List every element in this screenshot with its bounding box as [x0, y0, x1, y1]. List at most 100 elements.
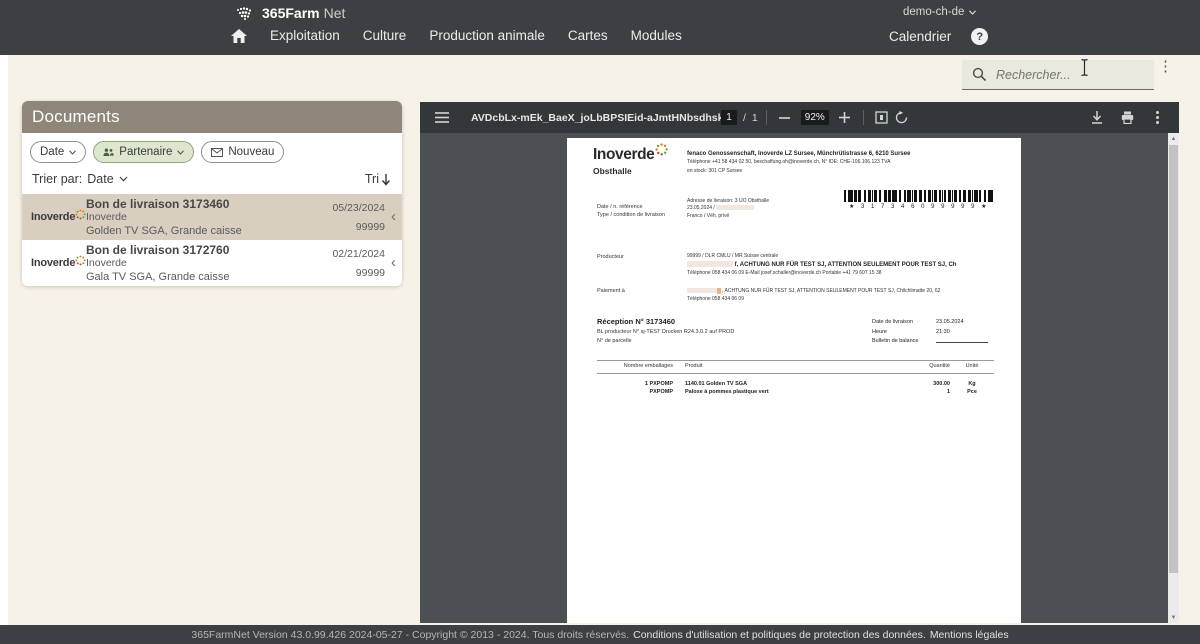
- document-meta: 05/23/2024 99999: [319, 202, 385, 233]
- doc-producer-label: Producteur: [597, 254, 624, 260]
- sidebar-toggle-icon[interactable]: [432, 108, 452, 128]
- partner-logo-text: Inoverde: [31, 257, 75, 269]
- document-info: Bon de livraison 3173460 Inoverde Golden…: [86, 196, 319, 238]
- doc-brand-logo: Inoverde Obsthalle: [593, 147, 668, 176]
- doc-balance-blank-line: [936, 338, 988, 343]
- scrollbar-thumb[interactable]: [1169, 145, 1178, 573]
- zoom-level[interactable]: 92%: [801, 110, 829, 125]
- toolbar-right-group: [1087, 108, 1167, 128]
- toolbar-divider: [863, 110, 864, 125]
- barcode-text: ★ 3 1 7 3 4 6 0 9 9 9 9 9 ★: [844, 203, 994, 210]
- collapse-chevron-icon[interactable]: ‹: [385, 209, 402, 226]
- doc-bl-producer: BL producteur N° sj-TEST Drucken R24.3.0…: [597, 330, 734, 336]
- doc-time-label: Heure: [872, 329, 936, 335]
- sort-direction-toggle[interactable]: Tri: [365, 172, 391, 186]
- pdf-page: Inoverde Obsthalle fenaco Genossenschaft…: [567, 138, 1021, 623]
- partner-logo-text: Inoverde: [31, 211, 75, 223]
- main-nav: Exploitation Culture Production animale …: [231, 28, 682, 43]
- col-header-unit: Unité: [950, 364, 994, 370]
- filter-partner-label: Partenaire: [119, 146, 172, 158]
- nav-culture[interactable]: Culture: [363, 28, 407, 43]
- table-row: 1 PXPOMP 1140.01 Golden TV SGA 300.00 Kg: [597, 382, 994, 388]
- col-header-quantity: Quantité: [894, 364, 950, 370]
- home-icon[interactable]: [231, 29, 247, 43]
- document-date: 05/23/2024: [319, 202, 385, 214]
- scroll-down-icon[interactable]: ▼: [1168, 612, 1179, 623]
- nav-cartes[interactable]: Cartes: [568, 28, 608, 43]
- filter-date-chip[interactable]: Date: [30, 141, 86, 163]
- fit-to-page-icon[interactable]: [872, 108, 892, 128]
- rotate-icon[interactable]: [892, 108, 912, 128]
- page-number-input[interactable]: 1: [721, 110, 737, 125]
- footer-bar: 365FarmNet Version 43.0.99.426 2024-05-2…: [0, 625, 1200, 644]
- chevron-down-icon: [177, 150, 184, 155]
- document-title: Bon de livraison 3173460: [86, 197, 319, 211]
- pdf-toolbar: AVDcbLx-mEk_BaeX_joLbBPSIEid-aJmtHNbsdhs…: [420, 102, 1179, 133]
- logo-text-light: Net: [324, 5, 346, 21]
- sort-by-dropdown[interactable]: Trier par: Date: [32, 172, 128, 186]
- document-partner: Inoverde: [86, 257, 319, 269]
- account-menu[interactable]: demo-ch-de: [903, 6, 976, 18]
- filter-date-label: Date: [40, 146, 64, 158]
- doc-company-block: fenaco Genossenschaft, Inoverde LZ Surse…: [687, 150, 910, 175]
- doc-brand-sub: Obsthalle: [593, 166, 668, 176]
- nav-modules[interactable]: Modules: [631, 28, 682, 43]
- table-row: PXPOMP Paloxe à pommes plastique vert 1 …: [597, 390, 994, 396]
- search-overflow-menu-icon[interactable]: ⋮: [1158, 62, 1173, 71]
- partner-logo: Inoverde: [22, 257, 86, 269]
- doc-company-line3: en stock: 301 CP Sursee: [687, 168, 910, 175]
- more-options-icon[interactable]: [1147, 108, 1167, 128]
- document-info: Bon de livraison 3172760 Inoverde Gala T…: [86, 242, 319, 284]
- document-detail: Gala TV SGA, Grande caisse: [86, 271, 319, 284]
- doc-type-label: Type / condition de livraison: [597, 212, 665, 218]
- pdf-scrollbar[interactable]: ▲ ▼: [1168, 133, 1179, 623]
- document-meta: 02/21/2024 99999: [319, 248, 385, 279]
- zoom-in-button[interactable]: [835, 108, 855, 128]
- filter-bar: Date Partenaire Nouveau: [22, 133, 402, 169]
- document-number: 99999: [319, 267, 385, 279]
- sort-direction-label: Tri: [365, 172, 379, 186]
- document-list-item[interactable]: Inoverde Bon de livraison 3173460 Inover…: [22, 194, 402, 240]
- footer-terms-link[interactable]: Conditions d'utilisation et politiques d…: [633, 629, 926, 641]
- search-icon: [972, 67, 987, 82]
- doc-time-value: 21:30: [936, 329, 950, 335]
- doc-payment-block: , ACHTUNG NUR FÜR TEST SJ, ATTENTION SEU…: [687, 287, 1021, 303]
- document-list-item[interactable]: Inoverde Bon de livraison 3172760 Inover…: [22, 240, 402, 286]
- doc-date-ref-label: Date / n. référence: [597, 204, 643, 210]
- print-icon[interactable]: [1117, 108, 1137, 128]
- nav-production-animale[interactable]: Production animale: [429, 28, 545, 43]
- collapse-chevron-icon[interactable]: ‹: [385, 255, 402, 272]
- left-edge-strip: [0, 55, 8, 625]
- doc-delivery-address: Adresse de livraison: 3 UO Obsthalle: [687, 198, 769, 204]
- text-cursor-icon: [1080, 58, 1089, 77]
- top-bar: 365FarmNet demo-ch-de Exploitation Cultu…: [0, 0, 1200, 55]
- download-icon[interactable]: [1087, 108, 1107, 128]
- scroll-up-icon[interactable]: ▲: [1168, 133, 1179, 144]
- help-icon[interactable]: ?: [971, 28, 988, 45]
- doc-producer-line2: f, ACHTUNG NUR FÜR TEST SJ, ATTENTION SE…: [687, 261, 1021, 270]
- search-placeholder: Rechercher...: [996, 68, 1071, 82]
- new-document-button[interactable]: Nouveau: [201, 141, 284, 163]
- doc-payment-line1: , ACHTUNG NUR FÜR TEST SJ, ATTENTION SEU…: [687, 287, 1021, 295]
- doc-reception-block: Réception N° 3173460 BL producteur N° sj…: [597, 318, 734, 345]
- doc-delivery-info: Date de livraison23.05.2024 Heure21:30 B…: [872, 319, 988, 348]
- page-count: 1: [752, 112, 758, 124]
- nav-exploitation[interactable]: Exploitation: [270, 28, 340, 43]
- footer-legal-link[interactable]: Mentions légales: [930, 629, 1009, 641]
- doc-date-ref-value: 23.05.2024 /: [687, 205, 754, 211]
- nav-calendrier[interactable]: Calendrier: [889, 29, 951, 44]
- zoom-out-button[interactable]: [775, 108, 795, 128]
- doc-items-table: Nombre emballages Produit Quantité Unité…: [597, 360, 994, 396]
- doc-balance-label: Bulletin de balance: [872, 338, 936, 344]
- partner-logo: Inoverde: [22, 211, 86, 223]
- filter-partner-chip[interactable]: Partenaire: [93, 141, 194, 163]
- document-detail: Golden TV SGA, Grande caisse: [86, 225, 319, 238]
- chevron-down-icon: [969, 10, 976, 15]
- barcode-bars: [844, 190, 994, 202]
- col-header-packages: Nombre emballages: [597, 364, 673, 370]
- doc-delivery-date-label: Date de livraison: [872, 319, 936, 325]
- doc-company-line1: fenaco Genossenschaft, Inoverde LZ Surse…: [687, 150, 910, 159]
- search-input[interactable]: Rechercher...: [962, 60, 1154, 90]
- pdf-filename: AVDcbLx-mEk_BaeX_joLbBPSIEid-aJmtHNbsdhs…: [471, 112, 721, 124]
- nav-right: Calendrier ?: [889, 28, 988, 45]
